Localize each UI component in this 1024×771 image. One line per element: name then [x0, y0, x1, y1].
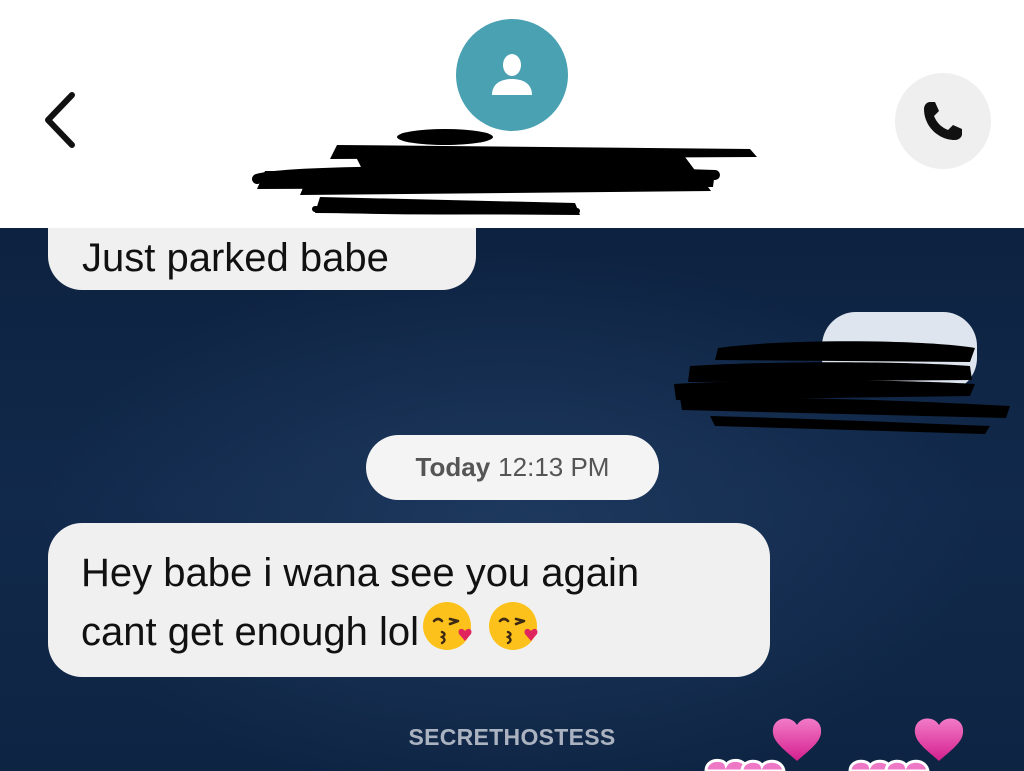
- message-line: Hey babe i wana see you again: [81, 551, 640, 595]
- date-separator: Today 12:13 PM: [366, 435, 659, 500]
- redacted-outgoing-message: [674, 341, 1010, 434]
- face-blowing-kiss-icon: [423, 602, 472, 650]
- message-line-with-emoji: cant get enough lol: [81, 599, 736, 658]
- timestamp-time: 12:13 PM: [498, 452, 610, 482]
- conversation-header: [0, 0, 1024, 228]
- face-blowing-kiss-icon: [489, 602, 538, 650]
- watermark-text: SECRETHOSTESS: [408, 724, 616, 750]
- heart-icon: [914, 718, 964, 761]
- contact-avatar[interactable]: [456, 19, 568, 131]
- phone-icon: [924, 102, 962, 140]
- timestamp-day: Today: [415, 452, 491, 482]
- chevron-left-icon: [45, 92, 75, 148]
- message-line: cant get enough lol: [81, 610, 420, 654]
- incoming-message-bubble[interactable]: Hey babe i wana see you again cant get e…: [48, 523, 770, 677]
- heart-icon: [772, 718, 822, 761]
- incoming-message-bubble[interactable]: Just parked babe: [48, 228, 476, 290]
- call-button[interactable]: [895, 73, 991, 169]
- message-text: Just parked babe: [82, 236, 389, 280]
- message-thread: Just parked babe Today 12:13 PM Hey babe…: [0, 228, 1024, 771]
- person-icon: [492, 54, 532, 95]
- redacted-contact-name: [252, 129, 757, 215]
- hearts-decoration: [704, 718, 964, 771]
- back-button[interactable]: [36, 88, 84, 152]
